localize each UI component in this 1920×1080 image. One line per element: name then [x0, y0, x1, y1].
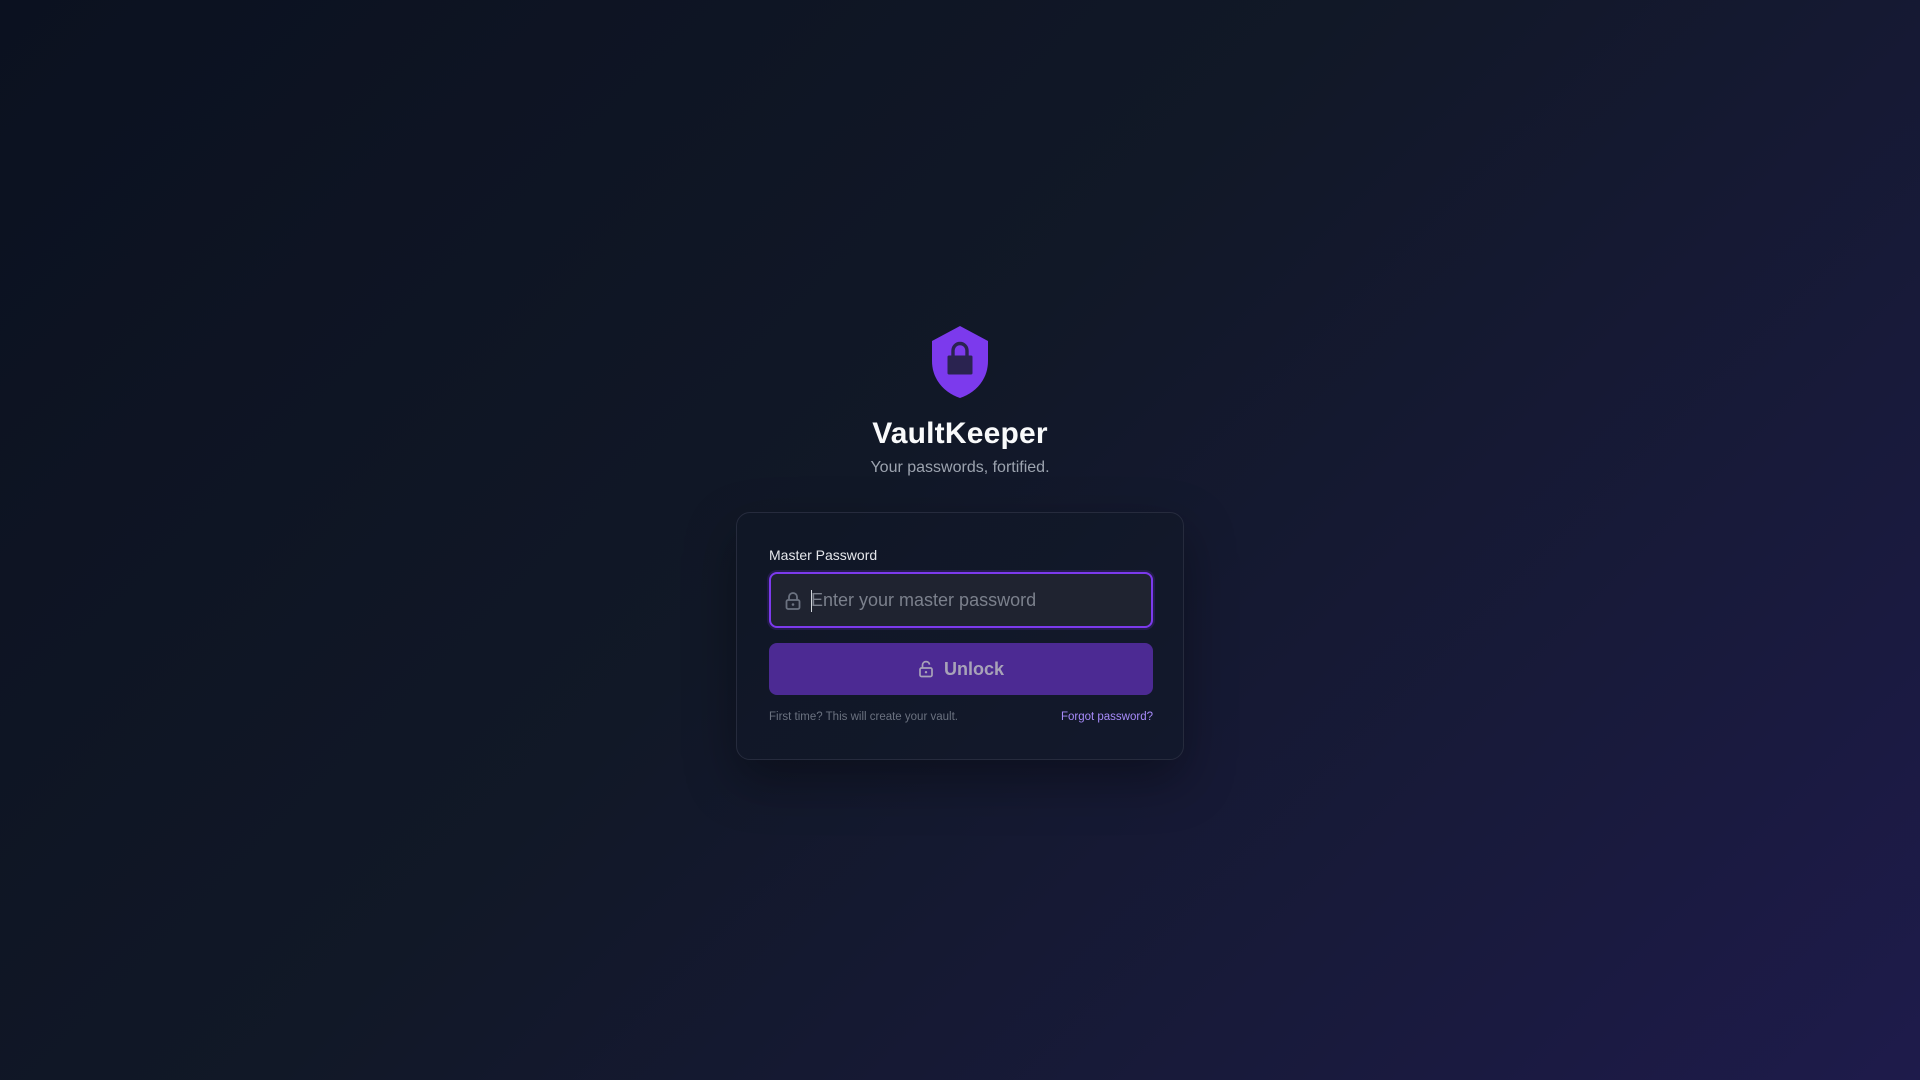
app-subtitle: Your passwords, fortified.: [870, 459, 1050, 476]
master-password-label: Master Password: [769, 547, 878, 563]
master-password-input[interactable]: [811, 574, 1141, 626]
shield-lock-icon: [932, 326, 988, 398]
master-password-field[interactable]: [769, 572, 1153, 628]
unlock-icon: [919, 660, 933, 678]
forgot-password-link[interactable]: Forgot password?: [1061, 711, 1153, 723]
text-cursor: [811, 590, 812, 612]
unlock-screen: VaultKeeper Your passwords, fortified. M…: [0, 0, 1920, 1080]
unlock-button-label: Unlock: [943, 658, 1004, 679]
lock-icon: [785, 592, 801, 610]
unlock-button[interactable]: Unlock: [769, 643, 1153, 695]
login-card: Master Password Unlock First time? This …: [736, 512, 1184, 760]
login-footer: First time? This will create your vault.…: [769, 711, 1153, 723]
first-time-note: First time? This will create your vault.: [769, 711, 958, 723]
app-title: VaultKeeper: [872, 417, 1048, 450]
brand-header: VaultKeeper Your passwords, fortified.: [0, 324, 1920, 478]
